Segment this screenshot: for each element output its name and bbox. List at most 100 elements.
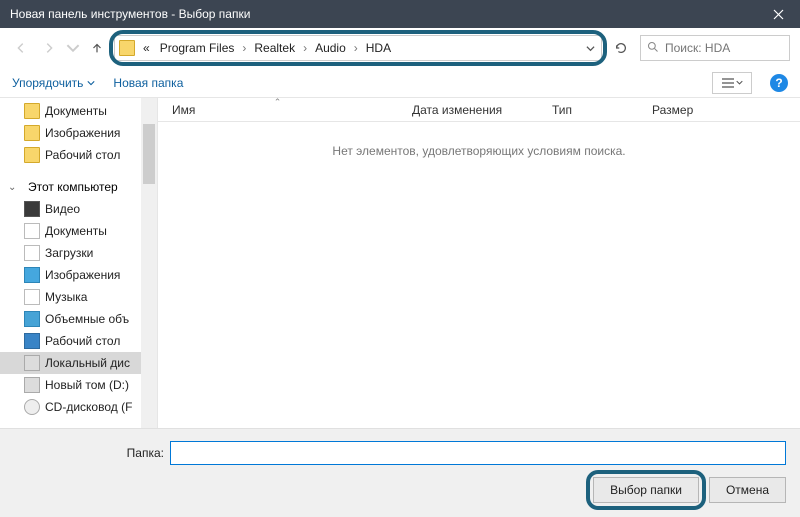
chevron-down-icon: ⌄ xyxy=(8,182,18,193)
folder-input[interactable] xyxy=(170,441,786,465)
video-icon xyxy=(24,201,40,217)
breadcrumb-seg[interactable]: Program Files xyxy=(156,41,239,55)
img-icon xyxy=(24,267,40,283)
nav-row: « Program Files › Realtek › Audio › HDA xyxy=(0,28,800,68)
tree-item-label: Загрузки xyxy=(45,246,93,260)
tree-item-label: Изображения xyxy=(45,268,120,282)
col-name[interactable]: ⌃ Имя xyxy=(158,98,398,121)
help-button[interactable]: ? xyxy=(770,74,788,92)
search-input[interactable] xyxy=(665,41,783,55)
chevron-right-icon: › xyxy=(240,41,248,55)
arrow-up-icon xyxy=(90,41,104,55)
tree-item[interactable]: CD-дисковод (F xyxy=(0,396,157,418)
tree-item-label: Этот компьютер xyxy=(28,180,118,194)
chevron-down-icon xyxy=(586,44,595,53)
doc-icon xyxy=(24,223,40,239)
tree-item-label: Документы xyxy=(45,224,107,238)
breadcrumb-seg[interactable]: Realtek xyxy=(250,41,299,55)
tree-item[interactable]: Рабочий стол xyxy=(0,330,157,352)
tree-item[interactable]: Загрузки xyxy=(0,242,157,264)
search-icon xyxy=(647,41,659,56)
folder-icon xyxy=(24,147,40,163)
tree-item-label: Рабочий стол xyxy=(45,334,120,348)
chevron-down-icon xyxy=(87,79,95,87)
disk-icon xyxy=(24,355,40,371)
tree-item-label: Изображения xyxy=(45,126,120,140)
address-bar[interactable]: « Program Files › Realtek › Audio › HDA xyxy=(114,35,602,61)
tree-item[interactable]: Новый том (D:) xyxy=(0,374,157,396)
tree-item[interactable]: Локальный дис xyxy=(0,352,157,374)
breadcrumb-seg[interactable]: HDA xyxy=(362,41,395,55)
toolbar: Упорядочить Новая папка ? xyxy=(0,68,800,98)
window-title: Новая панель инструментов - Выбор папки xyxy=(10,7,756,21)
tree-item[interactable]: Объемные объ xyxy=(0,308,157,330)
disk-icon xyxy=(24,377,40,393)
folder-icon xyxy=(119,40,135,56)
recent-dropdown[interactable] xyxy=(66,37,80,59)
column-headers: ⌃ Имя Дата изменения Тип Размер xyxy=(158,98,800,122)
breadcrumb: « Program Files › Realtek › Audio › HDA xyxy=(115,36,395,60)
view-options[interactable] xyxy=(712,72,752,94)
col-date[interactable]: Дата изменения xyxy=(398,98,538,121)
breadcrumb-prefix: « xyxy=(139,41,154,55)
scrollbar-thumb[interactable] xyxy=(143,124,155,184)
button-row: Выбор папки Отмена xyxy=(14,477,786,503)
arrow-left-icon xyxy=(14,41,28,55)
folder-icon xyxy=(24,103,40,119)
tree-item[interactable]: Документы xyxy=(0,220,157,242)
folder-input-row: Папка: xyxy=(14,441,786,465)
organize-menu[interactable]: Упорядочить xyxy=(12,76,95,90)
desk-icon xyxy=(24,333,40,349)
footer: Папка: Выбор папки Отмена xyxy=(0,428,800,517)
select-folder-button[interactable]: Выбор папки xyxy=(593,477,699,503)
new-folder-button[interactable]: Новая папка xyxy=(113,76,183,90)
chevron-down-icon xyxy=(66,41,80,55)
tree-item-label: Объемные объ xyxy=(45,312,129,326)
body: Документы Изображения Рабочий стол ⌄ Этот ко… xyxy=(0,98,800,428)
close-button[interactable] xyxy=(756,0,800,28)
up-button[interactable] xyxy=(86,37,108,59)
chevron-right-icon: › xyxy=(352,41,360,55)
tree-item[interactable]: Рабочий стол xyxy=(0,144,157,166)
back-button[interactable] xyxy=(10,37,32,59)
tree-group[interactable]: ⌄ Этот компьютер xyxy=(0,176,157,198)
music-icon xyxy=(24,289,40,305)
tree-item-label: Новый том (D:) xyxy=(45,378,129,392)
refresh-icon xyxy=(614,41,628,55)
cancel-button[interactable]: Отмена xyxy=(709,477,786,503)
titlebar: Новая панель инструментов - Выбор папки xyxy=(0,0,800,28)
tree-item-label: Видео xyxy=(45,202,80,216)
forward-button[interactable] xyxy=(38,37,60,59)
tree-item-label: Локальный дис xyxy=(45,356,130,370)
address-dropdown[interactable] xyxy=(579,36,601,60)
arrow-right-icon xyxy=(42,41,56,55)
tree-item[interactable]: Видео xyxy=(0,198,157,220)
tree-item[interactable]: Изображения xyxy=(0,264,157,286)
col-type[interactable]: Тип xyxy=(538,98,638,121)
sort-indicator-icon: ⌃ xyxy=(274,97,282,108)
3d-icon xyxy=(24,311,40,327)
nav-tree: Документы Изображения Рабочий стол ⌄ Этот ко… xyxy=(0,98,158,428)
tree-item-label: CD-дисковод (F xyxy=(45,400,132,414)
search-box[interactable] xyxy=(640,35,790,61)
tree-item-label: Документы xyxy=(45,104,107,118)
folder-icon xyxy=(24,125,40,141)
breadcrumb-seg[interactable]: Audio xyxy=(311,41,350,55)
cd-icon xyxy=(24,399,40,415)
tree-item[interactable]: Изображения xyxy=(0,122,157,144)
view-icon xyxy=(722,78,734,88)
tree-item[interactable]: Документы xyxy=(0,100,157,122)
file-area: ⌃ Имя Дата изменения Тип Размер Нет элем… xyxy=(158,98,800,428)
folder-label: Папка: xyxy=(14,446,164,460)
chevron-down-icon xyxy=(736,79,743,86)
organize-label: Упорядочить xyxy=(12,76,83,90)
tree-item-label: Рабочий стол xyxy=(45,148,120,162)
col-size[interactable]: Размер xyxy=(638,98,718,121)
close-icon xyxy=(773,9,784,20)
tree-item-label: Музыка xyxy=(45,290,87,304)
tree-item[interactable]: Музыка xyxy=(0,286,157,308)
refresh-button[interactable] xyxy=(608,35,634,61)
dl-icon xyxy=(24,245,40,261)
tree-scrollbar[interactable] xyxy=(141,98,157,428)
empty-message: Нет элементов, удовлетворяющих условиям … xyxy=(158,122,800,158)
